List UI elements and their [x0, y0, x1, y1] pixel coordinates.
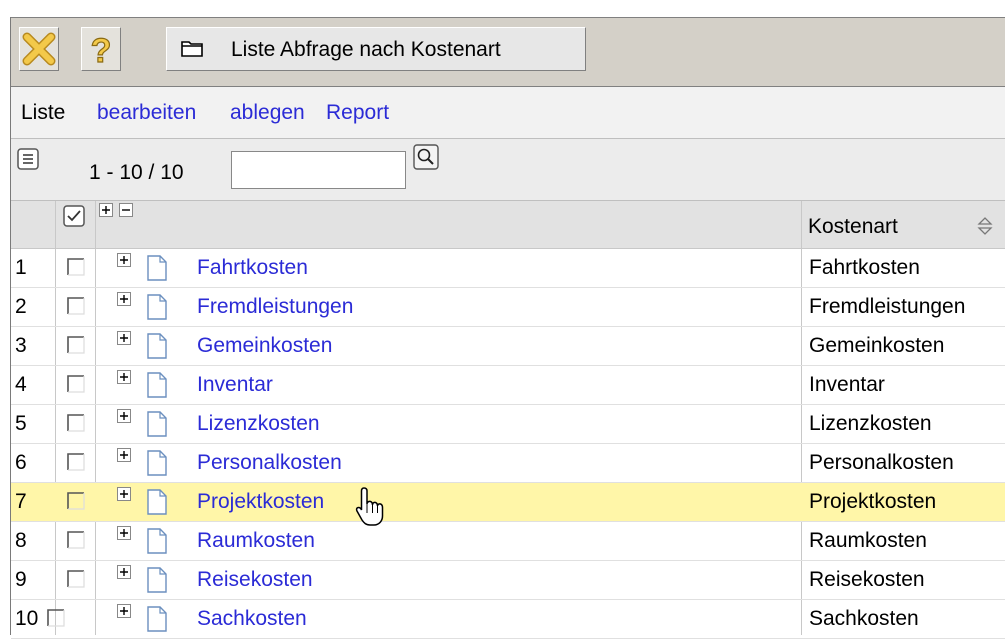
row-number: 10 — [15, 607, 39, 630]
expand-row-icon[interactable] — [117, 292, 131, 306]
expand-row-icon[interactable] — [117, 409, 131, 423]
document-icon — [147, 528, 167, 554]
table-row[interactable]: 8 Raumkosten Raumkosten — [11, 522, 1005, 561]
expand-row-icon[interactable] — [117, 370, 131, 384]
svg-text:?: ? — [91, 32, 112, 69]
folder-icon — [181, 41, 203, 57]
row-number: 1 — [15, 256, 27, 279]
table-row[interactable]: 1 Fahrtkosten Fahrtkosten — [11, 249, 1005, 288]
row-number: 5 — [15, 412, 27, 435]
row-kostenart: Gemeinkosten — [809, 334, 945, 357]
row-number: 7 — [15, 490, 27, 513]
row-checkbox[interactable] — [67, 453, 85, 471]
row-kostenart: Inventar — [809, 373, 885, 396]
document-icon — [147, 606, 167, 632]
row-checkbox[interactable] — [67, 297, 85, 315]
expand-row-icon[interactable] — [117, 526, 131, 540]
expand-row-icon[interactable] — [117, 487, 131, 501]
row-kostenart: Fahrtkosten — [809, 256, 920, 279]
document-icon — [147, 450, 167, 476]
table-row[interactable]: 5 Lizenzkosten Lizenzkosten — [11, 405, 1005, 444]
row-name-link[interactable]: Personalkosten — [197, 451, 342, 475]
expand-row-icon[interactable] — [117, 604, 131, 618]
row-kostenart: Raumkosten — [809, 529, 927, 552]
row-checkbox[interactable] — [67, 258, 85, 276]
expand-all-icon[interactable] — [99, 203, 113, 217]
document-icon — [147, 333, 167, 359]
row-checkbox[interactable] — [67, 570, 85, 588]
menu-bearbeiten-link[interactable]: bearbeiten — [97, 101, 196, 125]
row-kostenart: Personalkosten — [809, 451, 954, 474]
search-input[interactable] — [231, 151, 406, 189]
close-button[interactable] — [19, 27, 59, 71]
table-header: Kostenart — [11, 201, 1005, 249]
row-checkbox[interactable] — [47, 609, 65, 627]
magnifier-icon[interactable] — [413, 144, 439, 170]
toolbar: ? Liste Abfrage nach Kostenart — [11, 17, 1005, 87]
row-number: 3 — [15, 334, 27, 357]
row-checkbox[interactable] — [67, 531, 85, 549]
expand-row-icon[interactable] — [117, 253, 131, 267]
select-all-checkbox[interactable] — [63, 205, 85, 227]
row-checkbox[interactable] — [67, 336, 85, 354]
sort-updown-icon[interactable] — [977, 216, 993, 236]
list-window: ? Liste Abfrage nach Kostenart Liste bea… — [10, 17, 1005, 639]
row-kostenart: Projektkosten — [809, 490, 937, 513]
row-name-link[interactable]: Raumkosten — [197, 529, 315, 553]
row-number: 8 — [15, 529, 27, 552]
page-range-text: 1 - 10 / 10 — [89, 161, 184, 184]
list-query-label: Liste Abfrage nach Kostenart — [231, 38, 501, 61]
row-name-link[interactable]: Lizenzkosten — [197, 412, 320, 436]
document-icon — [147, 411, 167, 437]
document-icon — [147, 567, 167, 593]
menu-label-liste: Liste — [21, 101, 66, 124]
row-checkbox[interactable] — [67, 414, 85, 432]
expand-row-icon[interactable] — [117, 331, 131, 345]
document-icon — [147, 255, 167, 281]
row-kostenart: Reisekosten — [809, 568, 925, 591]
expand-row-icon[interactable] — [117, 565, 131, 579]
table-row[interactable]: 6 Personalkosten Personalkosten — [11, 444, 1005, 483]
row-name-link[interactable]: Gemeinkosten — [197, 334, 332, 358]
table-row[interactable]: 3 Gemeinkosten Gemeinkosten — [11, 327, 1005, 366]
document-icon — [147, 489, 167, 515]
hand-cursor-icon — [355, 487, 384, 526]
help-button[interactable]: ? — [81, 27, 121, 71]
pager-bar: 1 - 10 / 10 — [11, 139, 1005, 201]
table-row-highlighted[interactable]: 7 Projektkosten Projektkosten — [11, 483, 1005, 522]
document-icon — [147, 294, 167, 320]
menu-ablegen-link[interactable]: ablegen — [230, 101, 305, 125]
row-kostenart: Sachkosten — [809, 607, 919, 630]
table-row[interactable]: 10 Sachkosten Sachkosten — [11, 600, 1005, 639]
row-name-link[interactable]: Fremdleistungen — [197, 295, 353, 319]
row-number: 9 — [15, 568, 27, 591]
row-number: 6 — [15, 451, 27, 474]
row-number: 2 — [15, 295, 27, 318]
close-x-icon — [22, 32, 56, 66]
row-checkbox[interactable] — [67, 492, 85, 510]
table-row[interactable]: 4 Inventar Inventar — [11, 366, 1005, 405]
row-name-link[interactable]: Inventar — [197, 373, 273, 397]
menu-report-link[interactable]: Report — [326, 101, 389, 125]
row-name-link[interactable]: Projektkosten — [197, 490, 324, 514]
row-name-link[interactable]: Sachkosten — [197, 607, 307, 631]
collapse-all-icon[interactable] — [119, 203, 133, 217]
list-view-icon[interactable] — [17, 148, 39, 170]
row-kostenart: Lizenzkosten — [809, 412, 932, 435]
expand-row-icon[interactable] — [117, 448, 131, 462]
column-header-kostenart[interactable]: Kostenart — [808, 215, 898, 239]
row-number: 4 — [15, 373, 27, 396]
row-name-link[interactable]: Fahrtkosten — [197, 256, 308, 280]
document-icon — [147, 372, 167, 398]
list-query-button[interactable]: Liste Abfrage nach Kostenart — [166, 27, 586, 71]
table-row[interactable]: 2 Fremdleistungen Fremdleistungen — [11, 288, 1005, 327]
row-kostenart: Fremdleistungen — [809, 295, 966, 318]
menu-bar: Liste bearbeiten ablegen Report — [11, 87, 1005, 139]
row-checkbox[interactable] — [67, 375, 85, 393]
row-name-link[interactable]: Reisekosten — [197, 568, 313, 592]
help-question-icon: ? — [90, 31, 112, 69]
table-row[interactable]: 9 Reisekosten Reisekosten — [11, 561, 1005, 600]
